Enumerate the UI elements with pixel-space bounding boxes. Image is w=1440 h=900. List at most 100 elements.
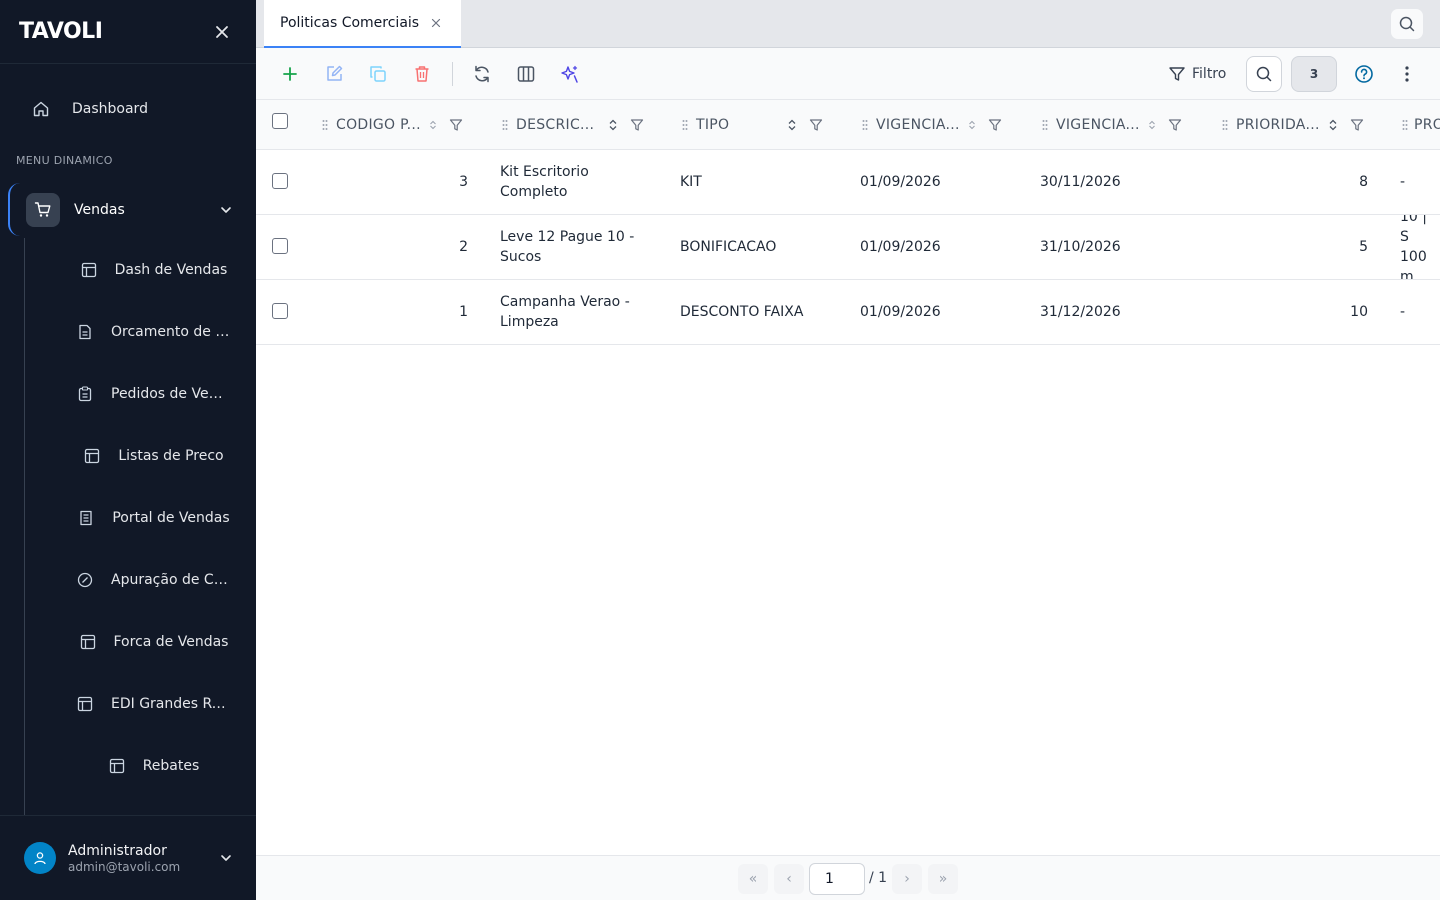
filter-label: Filtro xyxy=(1192,66,1227,82)
sort-icon[interactable] xyxy=(429,120,437,130)
sidebar-item-label: Portal de Vendas xyxy=(112,510,230,526)
sidebar-item-orcamento[interactable]: Orcamento de Vendas xyxy=(64,310,244,354)
chevron-down-icon xyxy=(220,852,232,864)
column-header-prioridade[interactable]: PRIORIDA... xyxy=(1222,100,1364,150)
cell-tipo: KIT xyxy=(680,174,702,190)
table-search-button[interactable] xyxy=(1246,56,1282,92)
column-header-descricao[interactable]: DESCRIC... xyxy=(502,100,644,150)
row-checkbox[interactable] xyxy=(272,173,288,189)
layout-icon xyxy=(109,758,125,774)
duplicate-button[interactable] xyxy=(364,60,392,88)
row-checkbox[interactable] xyxy=(272,303,288,319)
sidebar-group-vendas[interactable]: Vendas xyxy=(8,183,248,236)
sidebar-item-label: Pedidos de Venda xyxy=(111,386,231,402)
column-filter-icon[interactable] xyxy=(809,118,823,132)
document-icon xyxy=(77,324,93,340)
column-header-produtos[interactable]: PRO xyxy=(1402,100,1440,150)
sidebar-item-label: Orcamento de Vendas xyxy=(111,324,231,340)
sort-icon[interactable] xyxy=(787,119,797,131)
ai-magic-button[interactable] xyxy=(556,60,584,88)
page-total: / 1 xyxy=(869,870,888,886)
cart-icon xyxy=(34,201,51,217)
sidebar-header: TAVOLI xyxy=(0,0,256,64)
sidebar-item-edi[interactable]: EDI Grandes Redes xyxy=(64,682,244,726)
sidebar-item-rebates[interactable]: Rebates xyxy=(64,744,244,788)
cell-descricao: Campanha Verao - Limpeza xyxy=(500,294,630,330)
column-filter-icon[interactable] xyxy=(988,118,1002,132)
first-page-button[interactable]: « xyxy=(738,864,768,894)
row-checkbox[interactable] xyxy=(272,238,288,254)
user-email: admin@tavoli.com xyxy=(68,859,181,874)
table-row[interactable]: 2 Leve 12 Pague 10 - Sucos BONIFICACAO 0… xyxy=(256,215,1440,280)
cell-codigo: 3 xyxy=(459,174,468,190)
column-label: PRO xyxy=(1414,117,1440,133)
cell-vigencia-inicio: 01/09/2026 xyxy=(860,239,941,255)
column-filter-icon[interactable] xyxy=(1168,118,1182,132)
add-button[interactable] xyxy=(276,60,304,88)
sidebar-item-pedidos[interactable]: Pedidos de Venda xyxy=(64,372,244,416)
submenu-guide-line xyxy=(24,238,25,816)
column-header-vigencia-fim[interactable]: VIGENCIA... xyxy=(1042,100,1182,150)
sidebar-item-apuracao[interactable]: Apuração de Comissões xyxy=(64,558,244,602)
search-icon xyxy=(1256,66,1272,82)
drag-handle-icon[interactable] xyxy=(862,119,870,131)
sidebar-item-listas-preco[interactable]: Listas de Preco xyxy=(64,434,244,478)
user-menu[interactable]: Administrador admin@tavoli.com xyxy=(0,815,256,900)
sidebar-item-label: Dash de Vendas xyxy=(114,262,228,278)
global-search-button[interactable] xyxy=(1390,8,1424,40)
drag-handle-icon[interactable] xyxy=(682,119,690,131)
user-name: Administrador xyxy=(68,842,167,859)
cell-produtos: 10 | S 100m xyxy=(1400,215,1427,279)
drag-handle-icon[interactable] xyxy=(1042,119,1050,131)
sort-icon[interactable] xyxy=(608,119,618,131)
sidebar-item-dashboard[interactable]: Dashboard xyxy=(16,88,240,130)
cell-vigencia-inicio: 01/09/2026 xyxy=(860,304,941,320)
cell-codigo: 2 xyxy=(459,239,468,255)
drag-handle-icon[interactable] xyxy=(1222,119,1230,131)
column-header-tipo[interactable]: TIPO xyxy=(682,100,823,150)
edit-button[interactable] xyxy=(320,60,348,88)
column-label: VIGENCIA... xyxy=(1056,117,1140,133)
drag-handle-icon[interactable] xyxy=(1402,119,1408,131)
table-header: CODIGO P... DESCRIC... TIPO VIGENCIA... … xyxy=(256,100,1440,150)
sidebar-item-forca-vendas[interactable]: Forca de Vendas xyxy=(64,620,244,664)
drag-handle-icon[interactable] xyxy=(502,119,510,131)
toolbar: Filtro 3 xyxy=(256,48,1440,100)
table-row[interactable]: 3 Kit Escritorio Completo KIT 01/09/2026… xyxy=(256,150,1440,215)
sort-icon[interactable] xyxy=(1148,120,1156,130)
section-label: MENU DINAMICO xyxy=(16,154,113,167)
page-number-input[interactable] xyxy=(809,863,865,895)
close-tab-button[interactable] xyxy=(431,18,441,28)
delete-button[interactable] xyxy=(408,60,436,88)
prev-page-button[interactable]: ‹ xyxy=(774,864,804,894)
sidebar-item-portal[interactable]: Portal de Vendas xyxy=(64,496,244,540)
more-options-button[interactable] xyxy=(1393,60,1421,88)
last-page-button[interactable]: » xyxy=(928,864,958,894)
close-sidebar-button[interactable] xyxy=(212,22,232,42)
column-label: PRIORIDA... xyxy=(1236,117,1320,133)
drag-handle-icon[interactable] xyxy=(322,119,330,131)
sort-icon[interactable] xyxy=(968,120,976,130)
cell-codigo: 1 xyxy=(459,304,468,320)
next-page-button[interactable]: › xyxy=(892,864,922,894)
table-row[interactable]: 1 Campanha Verao - Limpeza DESCONTO FAIX… xyxy=(256,280,1440,345)
column-filter-icon[interactable] xyxy=(1350,118,1364,132)
columns-button[interactable] xyxy=(512,60,540,88)
column-header-vigencia-inicio[interactable]: VIGENCIA... xyxy=(862,100,1002,150)
refresh-button[interactable] xyxy=(468,60,496,88)
more-vertical-icon xyxy=(1405,66,1409,82)
filter-button[interactable]: Filtro xyxy=(1168,60,1226,88)
column-header-codigo[interactable]: CODIGO P... xyxy=(322,100,463,150)
cell-prioridade: 8 xyxy=(1359,174,1368,190)
select-all-checkbox[interactable] xyxy=(272,113,288,129)
sidebar-item-dash-vendas[interactable]: Dash de Vendas xyxy=(64,248,244,292)
column-filter-icon[interactable] xyxy=(449,118,463,132)
cell-vigencia-fim: 30/11/2026 xyxy=(1040,174,1121,190)
sort-icon[interactable] xyxy=(1328,119,1338,131)
column-filter-icon[interactable] xyxy=(630,118,644,132)
avatar xyxy=(24,842,56,874)
sidebar-item-label: Forca de Vendas xyxy=(113,634,229,650)
help-icon xyxy=(1355,65,1373,83)
tab-politicas-comerciais[interactable]: Politicas Comerciais xyxy=(264,0,461,48)
help-button[interactable] xyxy=(1350,60,1378,88)
